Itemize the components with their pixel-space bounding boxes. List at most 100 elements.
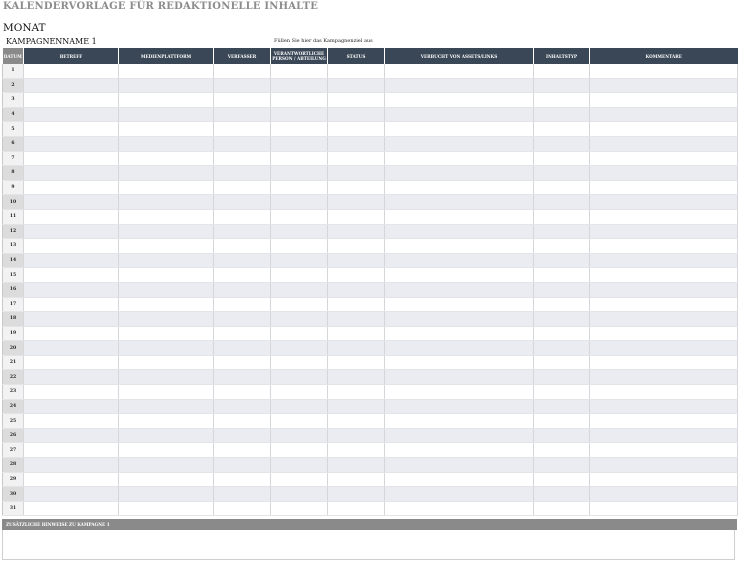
- cell-betreff[interactable]: [23, 311, 119, 327]
- cell-betreff[interactable]: [23, 121, 119, 137]
- notes-input[interactable]: [2, 530, 735, 560]
- cell-verantwortliche-person[interactable]: [270, 297, 328, 313]
- cell-medienplattform[interactable]: [118, 209, 214, 225]
- cell-assets-links[interactable]: [384, 428, 534, 444]
- cell-betreff[interactable]: [23, 486, 119, 502]
- cell-assets-links[interactable]: [384, 457, 534, 473]
- cell-medienplattform[interactable]: [118, 428, 214, 444]
- cell-medienplattform[interactable]: [118, 369, 214, 386]
- cell-verfasser[interactable]: [213, 457, 271, 473]
- cell-verantwortliche-person[interactable]: [270, 121, 328, 137]
- cell-verfasser[interactable]: [213, 165, 271, 181]
- cell-verfasser[interactable]: [213, 136, 271, 152]
- cell-assets-links[interactable]: [384, 180, 534, 196]
- cell-status[interactable]: [327, 457, 385, 473]
- cell-kommentare[interactable]: [589, 209, 738, 225]
- cell-verfasser[interactable]: [213, 311, 271, 327]
- cell-verfasser[interactable]: [213, 355, 271, 371]
- cell-inhaltstyp[interactable]: [533, 165, 590, 181]
- cell-kommentare[interactable]: [589, 194, 738, 210]
- cell-medienplattform[interactable]: [118, 457, 214, 473]
- cell-verfasser[interactable]: [213, 267, 271, 283]
- cell-assets-links[interactable]: [384, 326, 534, 342]
- cell-inhaltstyp[interactable]: [533, 369, 590, 386]
- cell-betreff[interactable]: [23, 442, 119, 459]
- cell-verfasser[interactable]: [213, 472, 271, 488]
- cell-kommentare[interactable]: [589, 501, 738, 517]
- cell-inhaltstyp[interactable]: [533, 253, 590, 269]
- cell-medienplattform[interactable]: [118, 64, 214, 79]
- cell-inhaltstyp[interactable]: [533, 326, 590, 342]
- cell-verantwortliche-person[interactable]: [270, 209, 328, 225]
- cell-inhaltstyp[interactable]: [533, 311, 590, 327]
- cell-verfasser[interactable]: [213, 238, 271, 254]
- cell-kommentare[interactable]: [589, 457, 738, 473]
- cell-kommentare[interactable]: [589, 311, 738, 327]
- cell-kommentare[interactable]: [589, 486, 738, 502]
- cell-assets-links[interactable]: [384, 472, 534, 488]
- cell-inhaltstyp[interactable]: [533, 442, 590, 459]
- cell-betreff[interactable]: [23, 428, 119, 444]
- cell-status[interactable]: [327, 107, 385, 123]
- cell-verfasser[interactable]: [213, 486, 271, 502]
- cell-betreff[interactable]: [23, 413, 119, 429]
- cell-medienplattform[interactable]: [118, 399, 214, 415]
- cell-betreff[interactable]: [23, 209, 119, 225]
- cell-verfasser[interactable]: [213, 442, 271, 459]
- cell-inhaltstyp[interactable]: [533, 151, 590, 167]
- cell-betreff[interactable]: [23, 151, 119, 167]
- cell-verantwortliche-person[interactable]: [270, 501, 328, 517]
- cell-verfasser[interactable]: [213, 428, 271, 444]
- cell-betreff[interactable]: [23, 501, 119, 517]
- cell-medienplattform[interactable]: [118, 180, 214, 196]
- cell-assets-links[interactable]: [384, 92, 534, 108]
- cell-betreff[interactable]: [23, 253, 119, 269]
- cell-medienplattform[interactable]: [118, 355, 214, 371]
- cell-verantwortliche-person[interactable]: [270, 165, 328, 181]
- cell-verfasser[interactable]: [213, 92, 271, 108]
- cell-assets-links[interactable]: [384, 107, 534, 123]
- cell-assets-links[interactable]: [384, 486, 534, 502]
- cell-status[interactable]: [327, 297, 385, 313]
- cell-assets-links[interactable]: [384, 355, 534, 371]
- cell-kommentare[interactable]: [589, 267, 738, 283]
- cell-inhaltstyp[interactable]: [533, 209, 590, 225]
- cell-assets-links[interactable]: [384, 384, 534, 400]
- cell-inhaltstyp[interactable]: [533, 92, 590, 108]
- cell-inhaltstyp[interactable]: [533, 384, 590, 400]
- cell-verfasser[interactable]: [213, 194, 271, 210]
- cell-verantwortliche-person[interactable]: [270, 326, 328, 342]
- cell-betreff[interactable]: [23, 180, 119, 196]
- cell-medienplattform[interactable]: [118, 253, 214, 269]
- cell-assets-links[interactable]: [384, 165, 534, 181]
- cell-verantwortliche-person[interactable]: [270, 457, 328, 473]
- cell-medienplattform[interactable]: [118, 107, 214, 123]
- cell-status[interactable]: [327, 442, 385, 459]
- cell-kommentare[interactable]: [589, 165, 738, 181]
- cell-status[interactable]: [327, 194, 385, 210]
- cell-betreff[interactable]: [23, 369, 119, 386]
- cell-kommentare[interactable]: [589, 78, 738, 94]
- cell-assets-links[interactable]: [384, 194, 534, 210]
- cell-kommentare[interactable]: [589, 413, 738, 429]
- cell-verantwortliche-person[interactable]: [270, 355, 328, 371]
- campaign-name[interactable]: KAMPAGNENNAME 1: [6, 37, 97, 46]
- cell-assets-links[interactable]: [384, 267, 534, 283]
- cell-inhaltstyp[interactable]: [533, 64, 590, 79]
- cell-medienplattform[interactable]: [118, 442, 214, 459]
- cell-status[interactable]: [327, 92, 385, 108]
- cell-betreff[interactable]: [23, 64, 119, 79]
- cell-kommentare[interactable]: [589, 238, 738, 254]
- cell-medienplattform[interactable]: [118, 472, 214, 488]
- cell-inhaltstyp[interactable]: [533, 472, 590, 488]
- cell-betreff[interactable]: [23, 238, 119, 254]
- cell-verfasser[interactable]: [213, 297, 271, 313]
- cell-kommentare[interactable]: [589, 107, 738, 123]
- cell-inhaltstyp[interactable]: [533, 180, 590, 196]
- cell-status[interactable]: [327, 472, 385, 488]
- cell-medienplattform[interactable]: [118, 224, 214, 240]
- cell-betreff[interactable]: [23, 107, 119, 123]
- cell-assets-links[interactable]: [384, 121, 534, 137]
- cell-verantwortliche-person[interactable]: [270, 267, 328, 283]
- cell-kommentare[interactable]: [589, 151, 738, 167]
